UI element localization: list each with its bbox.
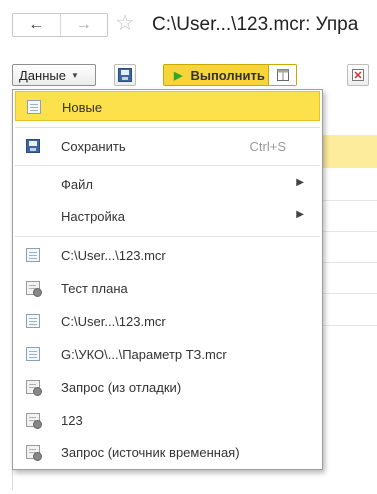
table-row-divider [322,200,377,201]
save-button[interactable] [114,64,136,86]
menu-item-settings[interactable]: Настройка ▶ [15,201,320,231]
menu-item-recent-5[interactable]: Запрос (из отладки) [15,372,320,402]
submenu-arrow-icon: ▶ [296,177,304,188]
menu-item-label: G:\УКО\...\Параметр ТЗ.mcr [61,347,227,362]
title-bar: ← → ☆ C:\User...\123.mcr: Упра [0,0,377,52]
table-row-divider [322,231,377,232]
window-icon [276,69,289,81]
favorite-star-icon[interactable]: ☆ [112,9,138,37]
document-icon [26,314,40,328]
table-row-selected [322,135,377,168]
table-row-divider [322,325,377,326]
menu-item-label: Настройка [61,209,125,224]
caret-down-icon: ▼ [70,70,79,80]
query-builder-icon [352,69,364,81]
menu-separator [15,236,320,237]
menu-item-recent-7[interactable]: Запрос (источник временная) [15,437,320,467]
menu-item-label: 123 [61,413,83,428]
play-icon: ▶ [174,69,183,82]
arrow-left-icon: ← [28,16,45,33]
menu-item-label: Файл [61,177,93,192]
save-icon [26,139,40,153]
menu-item-recent-1[interactable]: C:\User...\123.mcr [15,240,320,270]
menu-separator [15,165,320,166]
query-builder-button[interactable] [347,64,369,86]
background-table [322,135,377,335]
menu-item-label: Запрос (источник временная) [61,445,240,460]
menu-item-save[interactable]: Сохранить Ctrl+S [15,131,320,161]
run-button-label: Выполнить [190,67,265,83]
run-button[interactable]: ▶ Выполнить [163,64,297,86]
toolbar: Данные ▼ ▶ Выполнить [0,60,377,88]
save-icon [118,68,132,82]
run-options-button[interactable] [268,65,296,85]
navigation-buttons: ← → [12,13,108,37]
data-dropdown-menu: Новые Сохранить Ctrl+S Файл ▶ Настройка … [12,89,323,470]
arrow-right-icon: → [75,16,92,33]
menu-item-recent-4[interactable]: G:\УКО\...\Параметр ТЗ.mcr [15,339,320,369]
window-title: C:\User...\123.mcr: Упра [152,14,359,35]
menu-item-recent-2[interactable]: Тест плана [15,273,320,303]
document-icon [26,248,40,262]
menu-item-recent-6[interactable]: 123 [15,405,320,435]
table-row-divider [322,262,377,263]
forward-button[interactable]: → [61,14,108,36]
menu-item-label: Запрос (из отладки) [61,380,182,395]
document-icon [26,347,40,361]
menu-item-recent-3[interactable]: C:\User...\123.mcr [15,306,320,336]
data-menu-label: Данные [19,67,66,83]
submenu-arrow-icon: ▶ [296,209,304,220]
shortcut-label: Ctrl+S [249,139,286,154]
menu-item-label: C:\User...\123.mcr [61,248,166,263]
menu-item-new[interactable]: Новые [15,91,320,121]
query-document-icon [26,445,42,461]
menu-item-label: Сохранить [61,139,126,154]
query-document-icon [26,281,42,297]
menu-item-label: Тест плана [61,281,128,296]
back-button[interactable]: ← [13,14,61,36]
query-document-icon [26,413,42,429]
menu-item-label: C:\User...\123.mcr [61,314,166,329]
menu-item-file[interactable]: Файл ▶ [15,169,320,199]
data-menu-button[interactable]: Данные ▼ [12,64,96,86]
query-document-icon [26,380,42,396]
menu-item-label: Новые [62,100,103,115]
document-icon [27,100,41,114]
table-row-divider [322,293,377,294]
menu-separator [15,127,320,128]
